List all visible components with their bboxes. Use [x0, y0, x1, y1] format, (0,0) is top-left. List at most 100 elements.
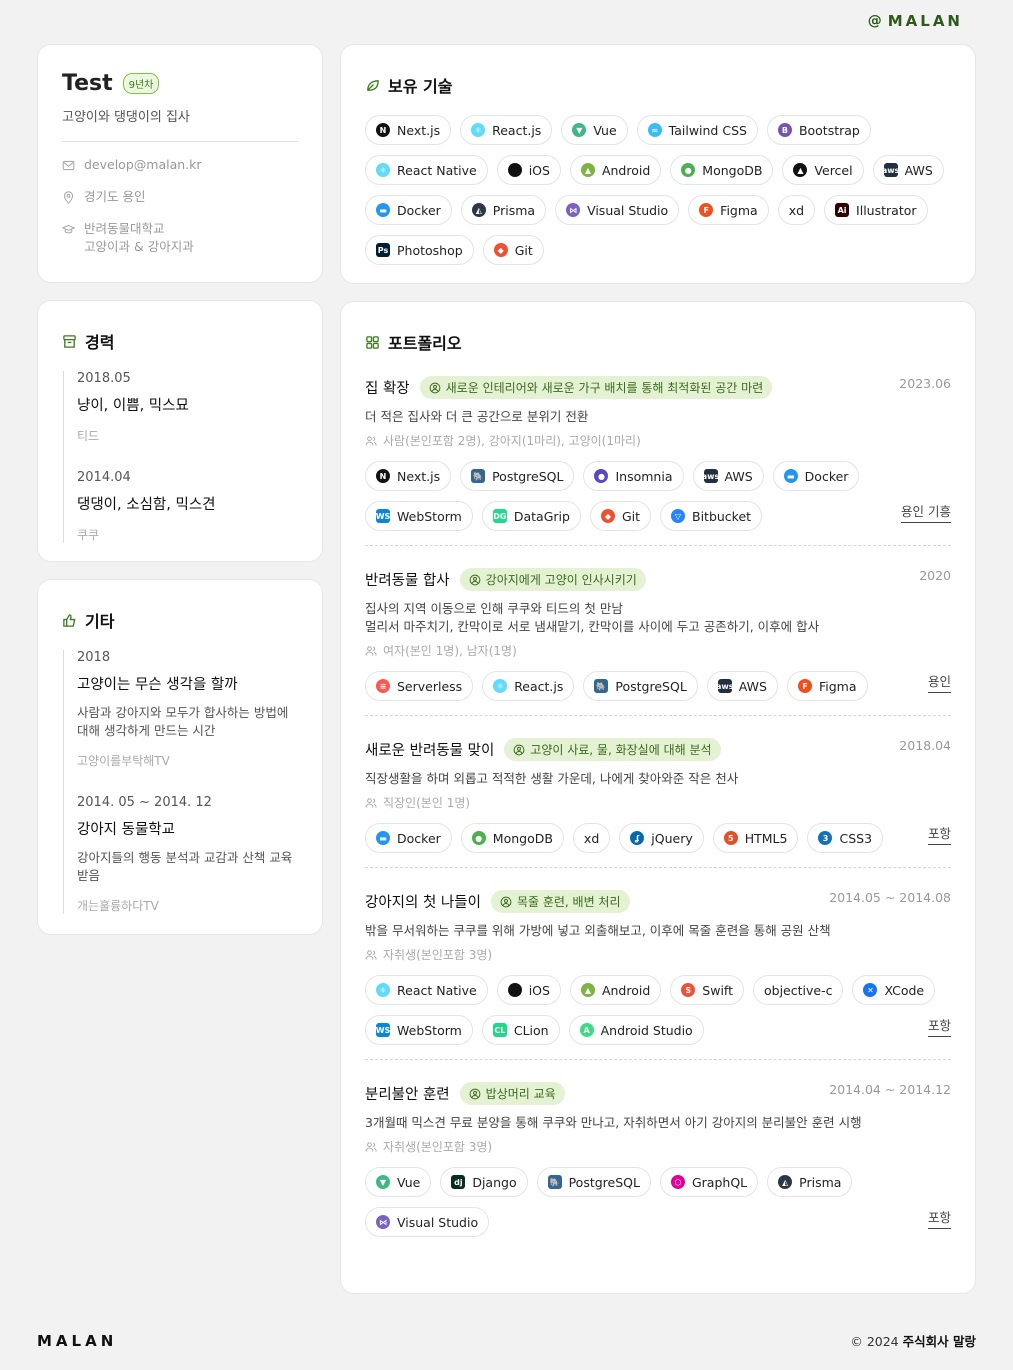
skill-chip-label: Illustrator [856, 202, 917, 218]
career-sub: 티드 [77, 429, 100, 443]
skill-chip-label: HTML5 [744, 830, 788, 846]
skill-chip: F Figma [786, 671, 868, 701]
skill-chip-label: CSS3 [839, 830, 873, 846]
project-desc: 3개월때 믹스견 무료 분양을 통해 쿠쿠와 만나고, 자취하면서 아기 강아지… [365, 1114, 951, 1132]
vue-icon: ▼ [572, 123, 587, 137]
project-title: 새로운 반려동물 맞이 [365, 743, 495, 759]
postgresql-icon: 🐘 [547, 1175, 562, 1189]
photoshop-icon: Ps [376, 243, 390, 257]
skill-chip-label: Prisma [799, 1174, 842, 1190]
profile-email[interactable]: develop@malan.kr [84, 156, 202, 174]
skill-chip-label: Docker [804, 468, 849, 484]
project-item: 강아지의 첫 나들이 목줄 훈련, 배변 처리 2014.05 ~ 2014.0… [365, 890, 951, 1060]
skill-chip: F Figma [688, 195, 769, 225]
user-icon [365, 949, 377, 960]
tailwind-icon: ≈ [647, 123, 662, 137]
skill-chip-label: PostgreSQL [492, 468, 564, 484]
skill-chip: WS WebStorm [365, 501, 473, 531]
skill-chip: ◆ Git [589, 501, 651, 531]
skill-chip-label: PostgreSQL [568, 1174, 640, 1190]
project-team-text: 자취생(본인포함 3명) [383, 1140, 493, 1154]
location-pin-icon [63, 191, 74, 204]
skill-chip-label: Next.js [397, 122, 441, 138]
apple-icon [507, 163, 522, 177]
skill-chip: ⚛ React Native [365, 155, 488, 185]
django-icon: dj [451, 1175, 466, 1189]
email-row[interactable]: develop@malan.kr [62, 156, 298, 174]
swift-icon: S [681, 983, 696, 997]
skill-chip-label: Bitbucket [692, 508, 752, 524]
datagrip-icon: DG [492, 509, 507, 523]
skill-chip-label: WebStorm [397, 1022, 462, 1038]
project-location: 용인 기흥 [901, 501, 951, 523]
career-timeline: 2018.05 냥이, 이쁨, 믹스묘 티드 2014.04 댕댕이, 소심함,… [63, 371, 298, 543]
react-native-icon: ⚛ [376, 983, 390, 997]
project-highlight: 새로운 인테리어와 새로운 가구 배치를 통해 최적화된 공간 마련 [419, 376, 773, 399]
skill-chip: ⚛ React.js [460, 115, 553, 145]
skill-chip-label: Photoshop [397, 242, 463, 258]
years-badge: 9년차 [122, 73, 160, 94]
skill-chip-label: Docker [397, 830, 441, 846]
insomnia-icon: ● [594, 469, 609, 483]
etc-date: 2018 [77, 650, 111, 665]
skill-chip-label: iOS [528, 162, 550, 178]
user-circle-icon [469, 1088, 481, 1099]
etc-date: 2014. 05 ~ 2014. 12 [77, 795, 212, 810]
skill-chip-label: AWS [738, 678, 767, 694]
skill-chip: 3 CSS3 [807, 823, 884, 853]
skill-chip-label: Android Studio [600, 1022, 693, 1038]
skill-chip-label: Docker [397, 202, 441, 218]
skill-chip: CL CLion [481, 1015, 560, 1045]
skill-chip-label: xd [788, 202, 805, 218]
etc-desc: 강아지들의 행동 분석과 교감과 산책 교육 받음 [77, 850, 293, 883]
career-item: 2014.04 댕댕이, 소심함, 믹스견 쿠쿠 [77, 470, 298, 543]
divider [62, 141, 298, 142]
figma-icon: F [797, 679, 812, 693]
skill-chip-label: jQuery [651, 830, 693, 846]
skill-chip: ◭ Prisma [460, 195, 547, 225]
career-section-title: 경력 [62, 329, 298, 353]
docker-icon: ▬ [376, 203, 390, 217]
project-date: 2014.04 ~ 2014.12 [829, 1082, 951, 1097]
skill-chip: Ps Photoshop [365, 235, 474, 265]
project-team-text: 여자(본인 1명), 남자(1명) [383, 644, 517, 658]
skill-chip-label: React Native [397, 982, 477, 998]
skill-chip: ≈ Tailwind CSS [636, 115, 758, 145]
user-circle-icon [513, 744, 525, 755]
git-icon: ◆ [600, 509, 615, 523]
footer-logo[interactable]: MALAN [37, 1332, 117, 1350]
location-row: 경기도 용인 [62, 188, 298, 206]
android-icon: ▲ [580, 983, 595, 997]
xcode-icon: ✕ [863, 983, 878, 997]
css3-icon: 3 [818, 831, 833, 845]
skill-chip-label: Serverless [397, 678, 463, 694]
graphql-icon: ⬡ [670, 1175, 685, 1189]
webstorm-icon: WS [376, 509, 390, 523]
project-item: 새로운 반려동물 맞이 고양이 사료, 물, 화장실에 대해 분석 2018.0… [365, 738, 951, 868]
user-circle-icon [500, 896, 512, 907]
project-location: 포항 [927, 823, 951, 845]
header-logo[interactable]: @ MALAN [868, 12, 963, 30]
android-icon: ▲ [580, 163, 595, 177]
aws-icon: aws [882, 163, 899, 177]
webstorm-icon: WS [376, 1023, 390, 1037]
git-icon: ◆ [493, 243, 508, 257]
aws-icon: aws [716, 679, 734, 693]
project-team-text: 직장인(본인 1명) [383, 796, 471, 810]
jquery-icon: ʆ [630, 831, 645, 845]
skill-chip: ▲ Android [569, 975, 662, 1005]
skill-chip-label: Visual Studio [587, 202, 669, 218]
skill-chip: aws AWS [706, 671, 778, 701]
skill-chip: 5 HTML5 [712, 823, 799, 853]
profile-location: 경기도 용인 [84, 189, 146, 204]
etc-title: 고양이는 무슨 생각을 할까 [77, 677, 238, 693]
skill-chip: ▲ Vercel [782, 155, 864, 185]
skill-chip-label: Prisma [492, 202, 536, 218]
project-desc: 직장생활을 하며 외롭고 적적한 생활 가운데, 나에게 찾아와준 작은 천사 [365, 770, 951, 788]
bitbucket-icon: ▽ [671, 509, 685, 523]
skill-chip-list: N Next.js ⚛ React.js ▼ Vue ≈ Tailwind CSS B Boots… [365, 115, 951, 265]
skill-chip: A Android Studio [568, 1015, 704, 1045]
skill-chip: ⚛ React.js [482, 671, 575, 701]
skill-chip-label: React.js [492, 122, 542, 138]
project-team: 여자(본인 1명), 남자(1명) [365, 642, 951, 659]
